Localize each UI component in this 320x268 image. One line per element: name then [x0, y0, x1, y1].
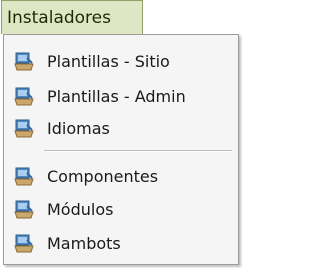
menu-item-idiomas[interactable]: Idiomas — [4, 112, 238, 144]
installer-icon — [13, 85, 35, 107]
menu-separator — [44, 150, 232, 152]
menu-item-componentes[interactable]: Componentes — [4, 160, 238, 192]
menu-item-modulos[interactable]: Módulos — [4, 193, 238, 225]
installer-icon — [13, 198, 35, 220]
menu-item-label: Idiomas — [47, 118, 110, 138]
menu-item-label: Plantillas - Sitio — [47, 51, 170, 71]
menu-tab-instaladores[interactable]: Instaladores — [1, 0, 143, 34]
menu-item-label: Componentes — [47, 166, 159, 186]
menu-item-mambots[interactable]: Mambots — [4, 227, 238, 259]
installer-icon — [13, 50, 35, 72]
installer-icon — [13, 232, 35, 254]
menu-item-label: Plantillas - Admin — [47, 86, 186, 106]
installers-menu-screenshot: Instaladores Plantillas - Sitio Plantill… — [0, 0, 243, 268]
dropdown-menu: Plantillas - Sitio Plantillas - Admin Id… — [3, 34, 239, 265]
menu-item-plantillas-admin[interactable]: Plantillas - Admin — [4, 80, 238, 112]
menu-item-label: Módulos — [47, 199, 114, 219]
menu-item-label: Mambots — [47, 233, 121, 253]
menu-item-plantillas-sitio[interactable]: Plantillas - Sitio — [4, 45, 238, 77]
installer-icon — [13, 165, 35, 187]
installer-icon — [13, 117, 35, 139]
